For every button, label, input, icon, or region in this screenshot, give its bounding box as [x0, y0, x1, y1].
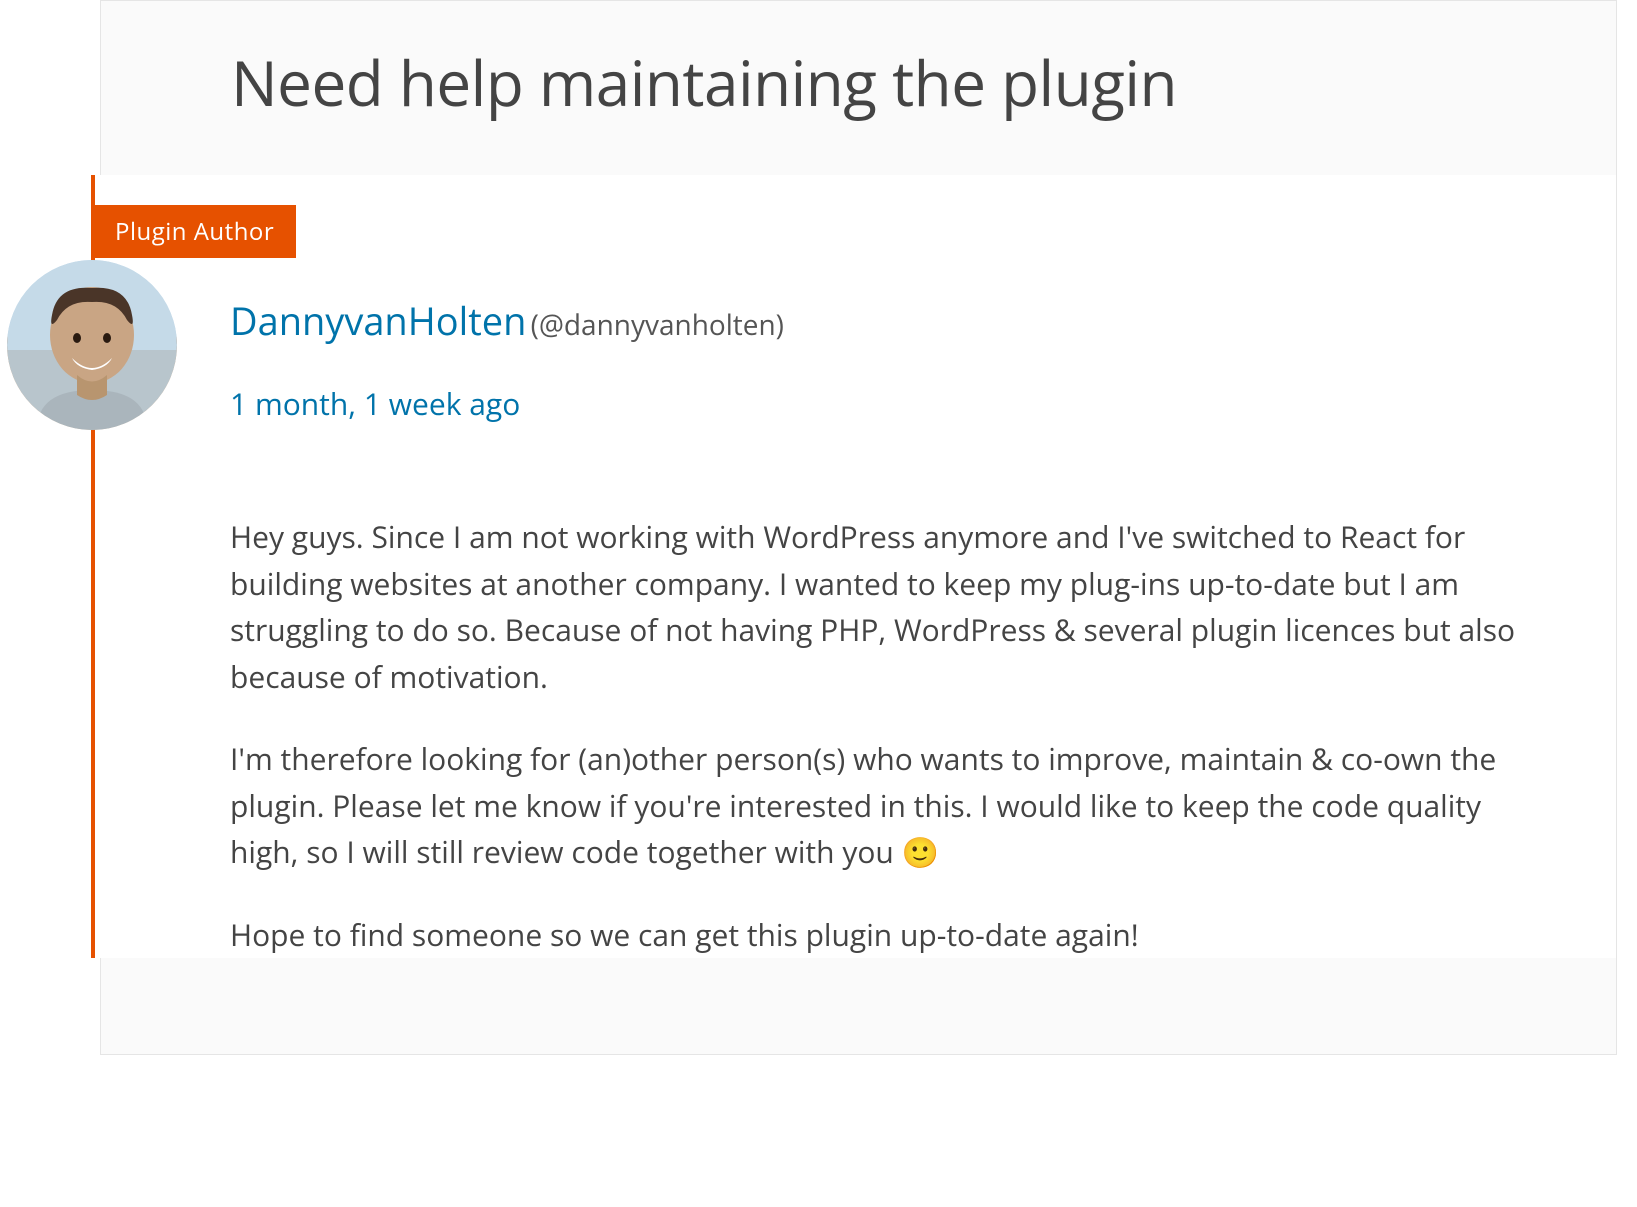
post-paragraph: Hey guys. Since I am not working with Wo…: [230, 514, 1536, 700]
author-avatar[interactable]: [7, 260, 177, 430]
post-timestamp-link[interactable]: 1 month, 1 week ago: [230, 383, 520, 484]
post-body-wrap: Plugin Author: [91, 175, 1616, 958]
author-name-link[interactable]: DannyvanHolten: [230, 295, 526, 347]
avatar-icon: [7, 260, 177, 430]
post-content: Hey guys. Since I am not working with Wo…: [230, 484, 1536, 958]
post-paragraph: Hope to find someone so we can get this …: [230, 912, 1536, 959]
author-role-badge: Plugin Author: [93, 205, 296, 258]
author-row: DannyvanHolten (@dannyvanholten): [230, 175, 1536, 383]
author-handle: (@dannyvanholten): [531, 306, 784, 344]
post-title: Need help maintaining the plugin: [101, 1, 1616, 175]
post-paragraph: I'm therefore looking for (an)other pers…: [230, 736, 1536, 876]
forum-post-card: Need help maintaining the plugin Plugin …: [100, 0, 1617, 1055]
